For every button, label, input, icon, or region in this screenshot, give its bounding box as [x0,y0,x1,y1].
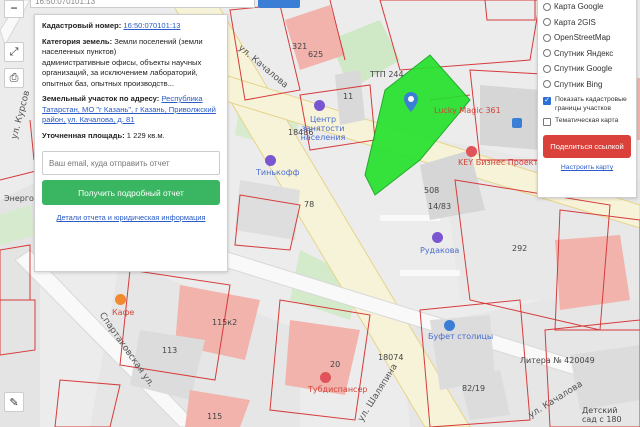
shop-icon[interactable] [432,232,443,243]
poi-label[interactable]: KEY Бизнес Проект [458,158,538,167]
poi-label[interactable]: Кафе [112,308,134,317]
bank-icon[interactable] [265,155,276,166]
layer-label: Карта 2GIS [554,17,596,27]
layer-label: Спутник Google [554,64,613,74]
layer-label: Спутник Яндекс [554,48,614,58]
business-icon[interactable] [466,146,477,157]
layer-option[interactable]: Спутник Яндекс [543,46,631,62]
cadastral-number-link[interactable]: 16:50:070101:13 [123,21,180,30]
checkbox-icon[interactable] [543,118,551,126]
hospital-icon[interactable] [320,372,331,383]
zoom-out-button[interactable]: − [4,0,24,18]
location-pin-icon[interactable] [404,92,418,112]
show-boundaries-option[interactable]: ✓ Показать кадастровые границы участков [543,96,631,113]
office-icon[interactable] [314,100,325,111]
house-number: 321 [292,42,308,51]
radio-icon[interactable] [543,33,551,42]
house-number: 11 [343,92,354,101]
thematic-map-option[interactable]: Тематическая карта [543,117,631,126]
house-number: 625 [308,50,324,59]
radio-icon[interactable] [543,49,551,58]
house-number: 508 [424,186,440,195]
report-details-link[interactable]: Детали отчета и юридическая информация [42,213,220,224]
layer-label: OpenStreetMap [554,33,611,43]
area-value: 1 229 кв.м. [126,130,165,140]
food-icon[interactable] [444,320,455,331]
poi-label[interactable]: Детский сад с 180 [582,406,630,424]
house-number: 113 [162,346,178,355]
layer-label: Спутник Bing [554,79,603,89]
poi-label[interactable]: ТТП 244 [370,70,404,79]
layer-option[interactable]: Спутник Google [543,61,631,77]
radio-icon[interactable] [543,2,551,11]
layer-option[interactable]: Карта Google [543,0,631,15]
poi-label[interactable]: Тубдиспансер [308,385,367,394]
house-number: 78 [304,200,315,209]
house-number: 292 [512,244,528,253]
thematic-map-label: Тематическая карта [555,117,619,124]
radio-icon[interactable] [543,64,551,73]
bus-stop-icon[interactable] [512,118,522,128]
show-boundaries-label: Показать кадастровые границы участков [555,96,627,112]
house-number: 115к2 [212,318,238,327]
house-number: 18074 [378,353,404,362]
area-label: Уточненная площадь: [42,130,125,140]
poi-label[interactable]: Рудакова [420,246,459,255]
poi-label[interactable]: Буфет столицы [428,332,493,341]
poi-label[interactable]: Центр занятости населения [292,115,354,142]
share-link-button[interactable]: Поделиться ссылкой [543,135,631,158]
checkbox-checked-icon[interactable]: ✓ [543,97,551,105]
layer-label: Карта Google [554,2,604,12]
search-button[interactable] [258,0,300,8]
layer-option[interactable]: Спутник Bing [543,77,631,93]
setup-map-link[interactable]: Настроить карту [543,164,631,171]
house-number: Литера № 420049 [520,356,595,365]
poi-label[interactable]: Тинькофф [256,168,299,177]
address-label: Земельный участок по адресу: [42,94,160,103]
land-category-label: Категория земель: [42,36,113,46]
house-number: 20 [330,360,341,369]
house-number: 82/19 [462,384,486,393]
get-report-button[interactable]: Получить подробный отчет [42,180,220,205]
layer-option[interactable]: OpenStreetMap [543,30,631,46]
expand-arrows-icon[interactable]: ⤢ [4,42,24,62]
parcel-info-panel: Кадастровый номер: 16:50:070101:13 Катег… [34,14,228,272]
poi-label[interactable]: Lucky Magic 361 [434,106,501,115]
radio-icon[interactable] [543,80,551,89]
search-input[interactable]: 16:50:070101:13 [30,0,255,8]
house-number: 115 [207,412,223,421]
cadastral-number-label: Кадастровый номер: [42,21,122,30]
cafe-icon[interactable] [115,294,126,305]
ruler-pencil-icon[interactable]: ✎ [4,392,24,412]
land-usage-value: административные офисы, объекты научных … [42,57,202,88]
radio-icon[interactable] [543,18,551,27]
email-field[interactable] [42,151,220,175]
printer-icon[interactable]: ⎙ [4,68,24,88]
house-number: 14/83 [428,202,452,211]
map-layers-panel: Карта Google Карта 2GIS OpenStreetMap Сп… [537,0,637,198]
layer-option[interactable]: Карта 2GIS [543,15,631,31]
